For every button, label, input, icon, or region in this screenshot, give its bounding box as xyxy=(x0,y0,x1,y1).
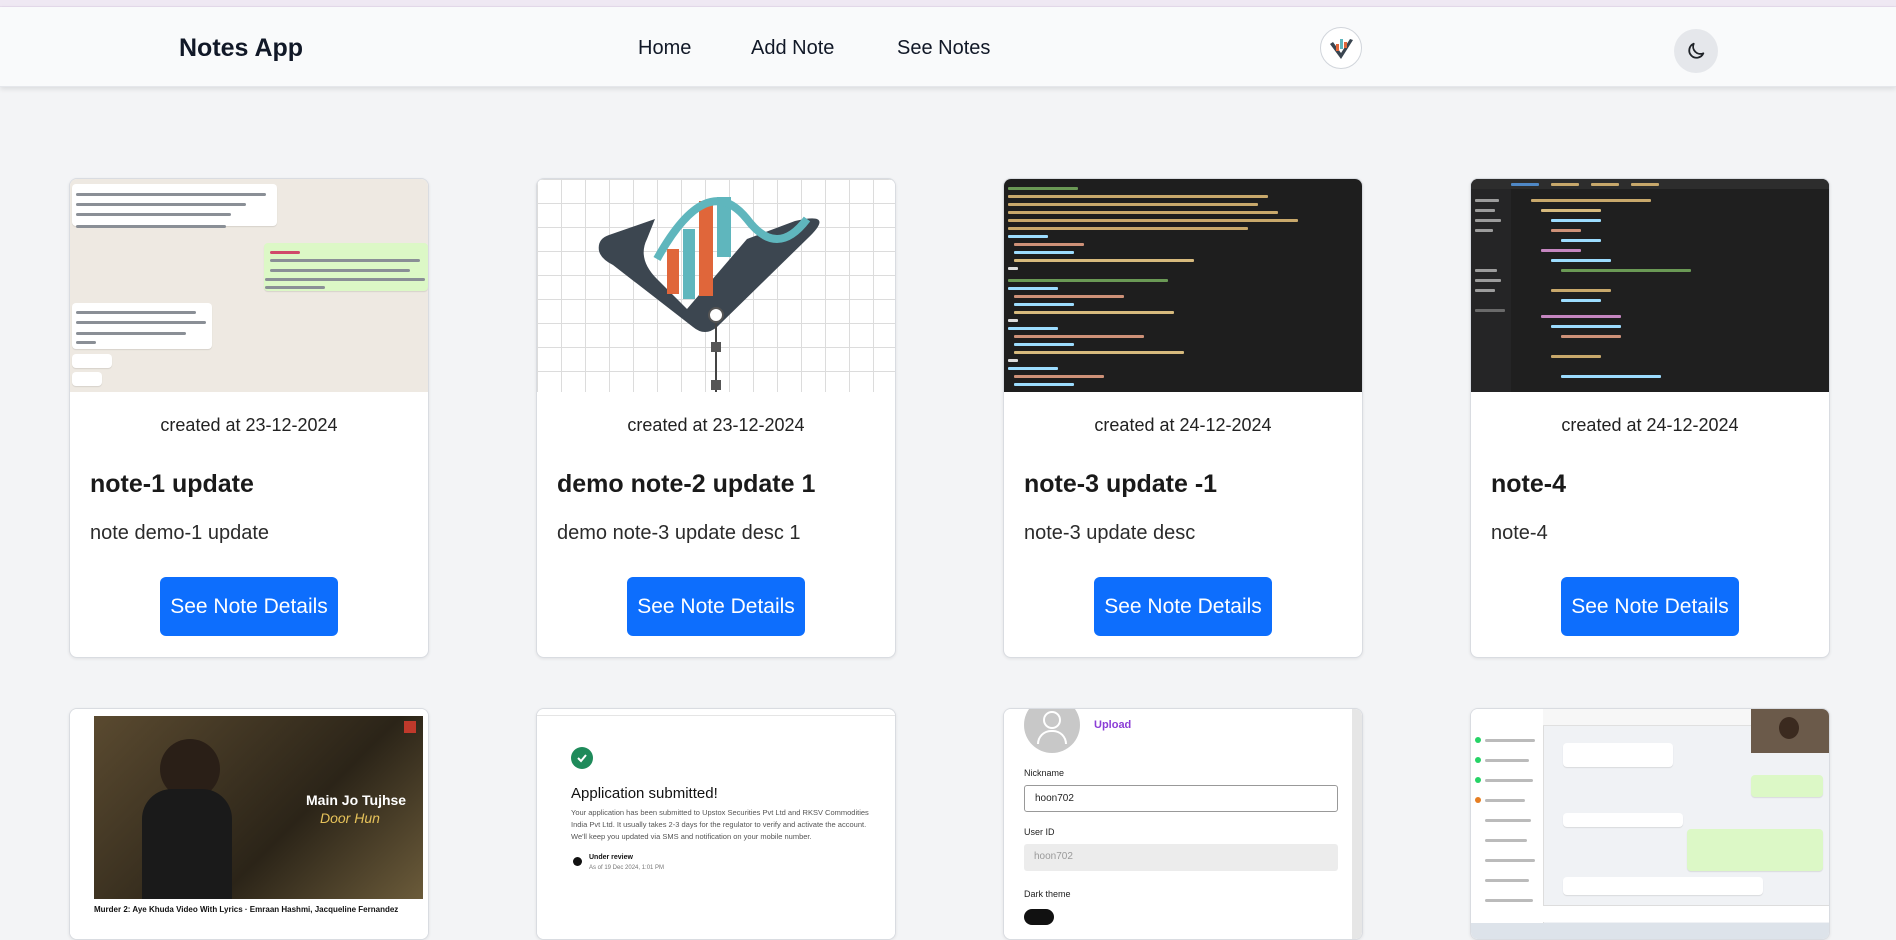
status-title: Under review xyxy=(589,854,633,861)
video-caption: Murder 2: Aye Khuda Video With Lyrics · … xyxy=(94,905,399,914)
upload-link: Upload xyxy=(1094,719,1132,731)
top-accent-line xyxy=(0,0,1896,7)
nav-see-notes-link[interactable]: See Notes xyxy=(897,37,990,60)
note-title: demo note-2 update 1 xyxy=(557,470,816,498)
note-image-arrow-chart-logo xyxy=(537,179,895,392)
nav-home-link[interactable]: Home xyxy=(638,37,691,60)
video-call-thumbnail xyxy=(1751,709,1829,753)
note-image-whatsapp-screenshot xyxy=(1471,709,1829,939)
note-card-8 xyxy=(1470,708,1830,940)
note-card-7: Upload Nickname hoon702 User ID hoon702 … xyxy=(1003,708,1363,940)
check-icon xyxy=(571,747,593,769)
note-image-application-screenshot: Application submitted! Your application … xyxy=(537,709,895,939)
note-card-5: Main Jo Tujhse Door Hun Murder 2: Aye Kh… xyxy=(69,708,429,940)
video-overlay-subtext: Door Hun xyxy=(320,810,380,826)
note-image-video-screenshot: Main Jo Tujhse Door Hun Murder 2: Aye Kh… xyxy=(70,709,428,939)
see-note-details-button[interactable]: See Note Details xyxy=(1561,577,1739,636)
note-created-date: created at 23-12-2024 xyxy=(627,415,805,435)
application-body: Your application has been submitted to U… xyxy=(571,808,869,841)
note-description: note-3 update desc xyxy=(1024,522,1196,544)
see-note-details-button[interactable]: See Note Details xyxy=(1094,577,1272,636)
note-title: note-4 xyxy=(1491,470,1566,498)
note-title: note-3 update -1 xyxy=(1024,470,1218,498)
note-image-chat-screenshot xyxy=(70,179,428,392)
brand-title[interactable]: Notes App xyxy=(179,34,303,63)
note-description: note-4 xyxy=(1491,522,1548,544)
avatar-placeholder-icon xyxy=(1024,709,1080,753)
nickname-field: hoon702 xyxy=(1024,785,1338,812)
note-card-2: created at 23-12-2024 demo note-2 update… xyxy=(536,178,896,658)
navbar: Notes App Home Add Note See Notes xyxy=(0,7,1896,87)
note-image-profile-form-screenshot: Upload Nickname hoon702 User ID hoon702 … xyxy=(1004,709,1362,939)
see-note-details-button[interactable]: See Note Details xyxy=(627,577,805,636)
theme-toggle-button[interactable] xyxy=(1674,29,1718,73)
note-card-6: Application submitted! Your application … xyxy=(536,708,896,940)
userid-label: User ID xyxy=(1024,827,1055,837)
note-created-date: created at 24-12-2024 xyxy=(1561,415,1739,435)
dark-theme-toggle xyxy=(1024,909,1054,925)
note-created-date: created at 23-12-2024 xyxy=(160,415,338,435)
clock-icon xyxy=(573,857,582,866)
see-note-details-button[interactable]: See Note Details xyxy=(160,577,338,636)
note-image-ide-screenshot xyxy=(1471,179,1829,392)
status-subtitle: As of 19 Dec 2024, 1:01 PM xyxy=(589,865,665,871)
userid-field: hoon702 xyxy=(1024,844,1338,871)
note-card-3: created at 24-12-2024 note-3 update -1 n… xyxy=(1003,178,1363,658)
nav-add-note-link[interactable]: Add Note xyxy=(751,37,834,60)
note-image-code-screenshot xyxy=(1004,179,1362,392)
note-title: note-1 update xyxy=(90,470,254,498)
note-card-1: created at 23-12-2024 note-1 update note… xyxy=(69,178,429,658)
dark-theme-label: Dark theme xyxy=(1024,889,1071,899)
note-created-date: created at 24-12-2024 xyxy=(1094,415,1272,435)
note-description: note demo-1 update xyxy=(90,522,270,544)
note-card-4: created at 24-12-2024 note-4 note-4 See … xyxy=(1470,178,1830,658)
moon-icon xyxy=(1688,42,1705,59)
profile-logo-icon[interactable] xyxy=(1320,27,1362,69)
video-overlay-text: Main Jo Tujhse xyxy=(306,792,407,808)
nickname-label: Nickname xyxy=(1024,768,1065,778)
application-heading: Application submitted! xyxy=(571,785,718,802)
note-description: demo note-3 update desc 1 xyxy=(557,522,801,544)
